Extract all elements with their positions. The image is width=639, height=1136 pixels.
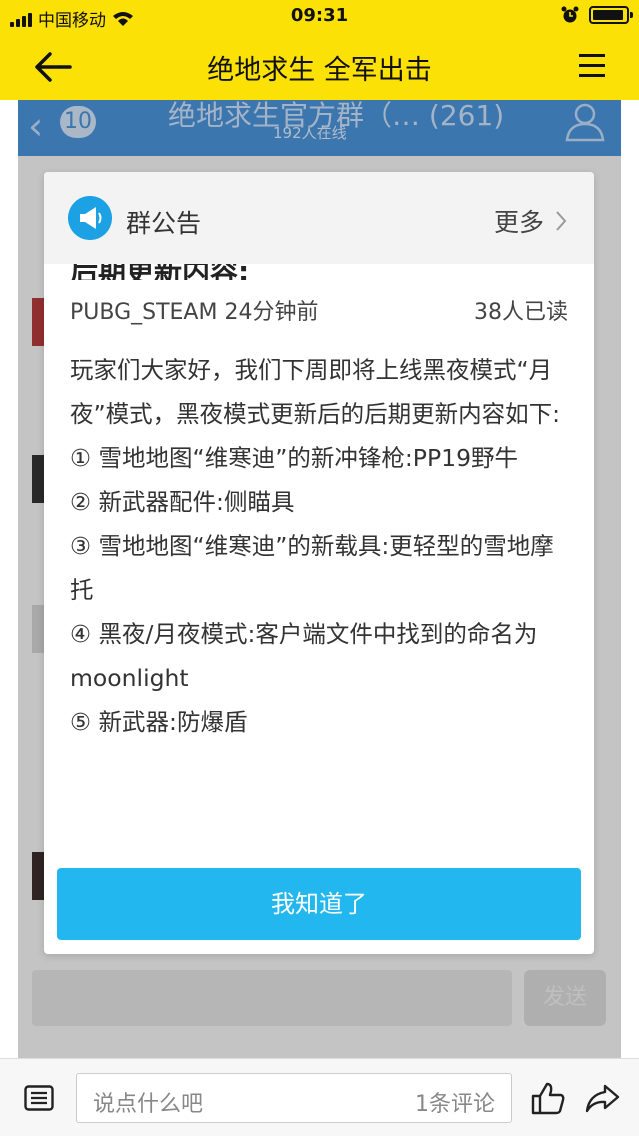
- update-item: ② 新武器配件:侧瞄具: [70, 488, 295, 516]
- alarm-icon: [561, 6, 579, 23]
- thumbs-up-icon[interactable]: [530, 1081, 566, 1115]
- clock: 09:31: [290, 5, 349, 26]
- announcement-heading: 后期更新内容:: [70, 264, 249, 280]
- comment-count[interactable]: 1条评论: [415, 1086, 495, 1118]
- announcement-dialog: 群公告 更多 后期更新内容: PUBG_STEAM 24分钟前 38人已读 玩家…: [44, 172, 594, 954]
- more-link[interactable]: 更多: [494, 203, 568, 239]
- announcement-title: 群公告: [126, 209, 202, 238]
- announcement-body: 玩家们大家好，我们下周即将上线黑夜模式“月夜”模式，黑夜模式更新后的后期更新内容…: [70, 348, 570, 744]
- list-icon[interactable]: [24, 1085, 54, 1111]
- comment-bar: 说点什么吧 1条评论: [0, 1058, 639, 1136]
- comment-placeholder: 说点什么吧: [93, 1092, 204, 1117]
- chevron-right-icon: [556, 211, 567, 231]
- author-time: PUBG_STEAM 24分钟前: [70, 300, 319, 325]
- announcement-header: 群公告 更多: [44, 172, 594, 264]
- status-right: [561, 6, 633, 24]
- update-item: ③ 雪地地图“维寒迪”的新载具:更轻型的雪地摩托: [70, 532, 554, 604]
- more-label: 更多: [493, 208, 544, 237]
- megaphone-icon: [68, 196, 112, 240]
- nav-bar: 绝地求生 全军出击: [0, 34, 639, 100]
- announcement-meta: PUBG_STEAM 24分钟前 38人已读: [70, 294, 568, 326]
- update-item: ④ 黑夜/月夜模式:客户端文件中找到的命名为 moonlight: [70, 620, 538, 692]
- comment-input[interactable]: 说点什么吧 1条评论: [76, 1073, 512, 1123]
- battery-icon: [589, 6, 633, 24]
- status-bar: 中国移动 09:31: [0, 0, 639, 34]
- share-icon[interactable]: [584, 1083, 620, 1113]
- confirm-button[interactable]: 我知道了: [57, 868, 581, 940]
- body-paragraph: 玩家们大家好，我们下周即将上线黑夜模式“月夜”模式，黑夜模式更新后的后期更新内容…: [70, 356, 561, 428]
- update-item: ① 雪地地图“维寒迪”的新冲锋枪:PP19野牛: [70, 444, 519, 472]
- read-count: 38人已读: [474, 300, 568, 325]
- update-item: ⑤ 新武器:防爆盾: [70, 708, 248, 736]
- announcement-heading-cut: 后期更新内容:: [68, 264, 570, 280]
- menu-icon[interactable]: [577, 51, 607, 81]
- page-title: 绝地求生 全军出击: [207, 55, 432, 86]
